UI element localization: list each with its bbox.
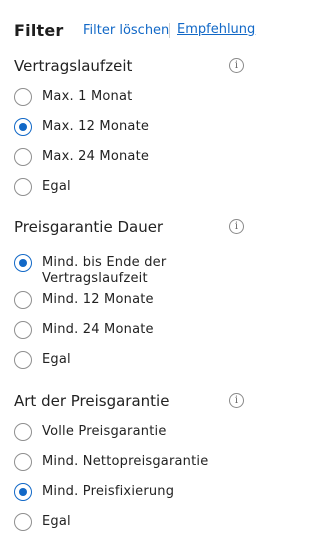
option-preisgarantie-dauer-4[interactable]: Egal <box>14 351 252 369</box>
info-icon[interactable]: i <box>229 393 244 408</box>
filter-title: Filter <box>14 21 64 40</box>
section-title-vertragslaufzeit: Vertragslaufzeit <box>14 57 133 75</box>
radio-button-selected[interactable] <box>14 118 32 136</box>
section-title-art-der-preisgarantie: Art der Preisgarantie <box>14 392 170 410</box>
option-label: Egal <box>42 179 71 194</box>
option-label: Max. 12 Monate <box>42 119 150 134</box>
option-preisgarantie-dauer-3[interactable]: Mind. 24 Monate <box>14 321 252 339</box>
info-icon[interactable]: i <box>229 219 244 234</box>
radio-button[interactable] <box>14 178 32 196</box>
option-preisgarantie-dauer-2[interactable]: Mind. 12 Monate <box>14 291 252 309</box>
option-art-preisgarantie-4[interactable]: Egal <box>14 513 252 531</box>
radio-button-selected[interactable] <box>14 483 32 501</box>
recommendation-link[interactable]: Empfehlung <box>177 22 255 37</box>
option-label: Mind. 12 Monate <box>42 292 154 307</box>
filter-header: Filter Filter löschen Empfehlung <box>14 21 255 41</box>
option-label: Mind. 24 Monate <box>42 322 154 337</box>
option-vertragslaufzeit-3[interactable]: Max. 24 Monate <box>14 148 252 166</box>
option-art-preisgarantie-1[interactable]: Volle Preisgarantie <box>14 423 252 441</box>
option-label: Max. 1 Monat <box>42 89 133 104</box>
radio-button[interactable] <box>14 321 32 339</box>
radio-button[interactable] <box>14 513 32 531</box>
option-label: Egal <box>42 352 71 367</box>
radio-button-selected[interactable] <box>14 254 32 272</box>
option-label: Volle Preisgarantie <box>42 424 167 439</box>
radio-button[interactable] <box>14 423 32 441</box>
option-label: Egal <box>42 514 71 529</box>
option-art-preisgarantie-3[interactable]: Mind. Preisfixierung <box>14 483 252 501</box>
option-label: Mind. Preisfixierung <box>42 484 175 499</box>
radio-button[interactable] <box>14 88 32 106</box>
clear-filter-link[interactable]: Filter löschen <box>83 23 169 38</box>
option-label: Mind. bis Ende der Vertragslaufzeit <box>42 255 167 286</box>
option-preisgarantie-dauer-1[interactable]: Mind. bis Ende der Vertragslaufzeit <box>14 254 252 287</box>
radio-button[interactable] <box>14 148 32 166</box>
info-icon[interactable]: i <box>229 58 244 73</box>
option-label: Max. 24 Monate <box>42 149 150 164</box>
radio-button[interactable] <box>14 351 32 369</box>
section-title-preisgarantie-dauer: Preisgarantie Dauer <box>14 218 164 236</box>
option-label: Mind. Nettopreisgarantie <box>42 454 209 469</box>
option-vertragslaufzeit-2[interactable]: Max. 12 Monate <box>14 118 252 136</box>
radio-button[interactable] <box>14 453 32 471</box>
radio-button[interactable] <box>14 291 32 309</box>
option-art-preisgarantie-2[interactable]: Mind. Nettopreisgarantie <box>14 453 252 471</box>
filter-panel: Filter Filter löschen Empfehlung Vertrag… <box>0 0 262 546</box>
option-vertragslaufzeit-1[interactable]: Max. 1 Monat <box>14 88 252 106</box>
option-vertragslaufzeit-4[interactable]: Egal <box>14 178 252 196</box>
header-separator <box>169 23 170 38</box>
